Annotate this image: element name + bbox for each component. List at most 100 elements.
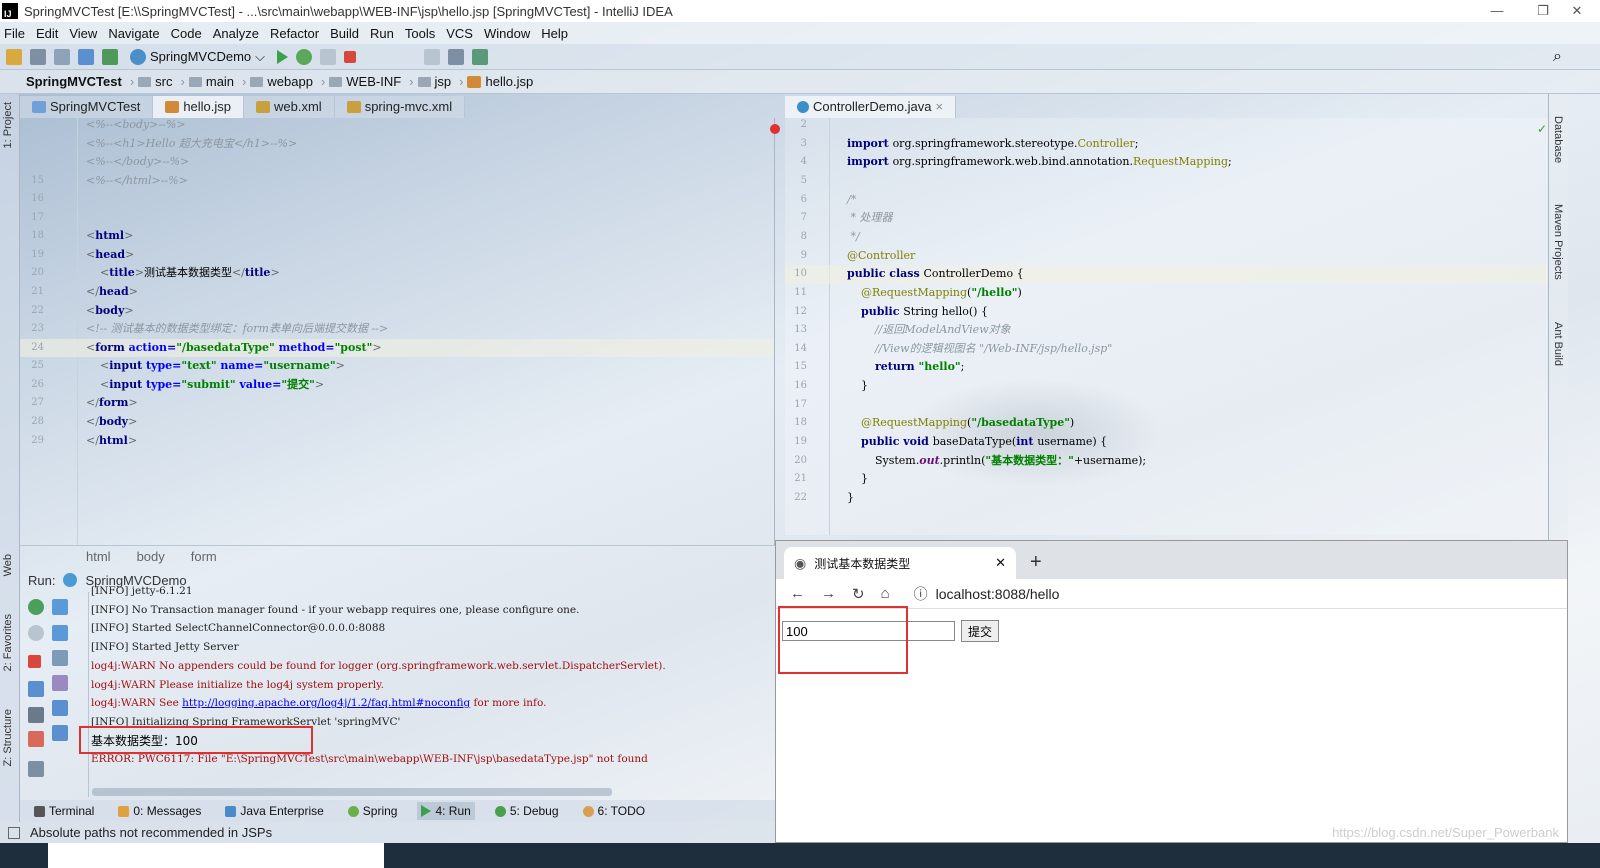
- forward-button[interactable]: →: [821, 585, 836, 602]
- taskbar-window[interactable]: [48, 843, 384, 868]
- crumb-webapp[interactable]: webapp: [250, 74, 313, 89]
- left-code-editor[interactable]: <%--<body>--%> <%--<h1>Hello 超大充电宝</h1>--…: [20, 118, 780, 545]
- crumb-hello-jsp[interactable]: hello.jsp: [467, 74, 533, 89]
- tab-spring-mvc-xml[interactable]: spring-mvc.xml: [334, 96, 466, 118]
- favorites-tool-button[interactable]: 2: Favorites: [2, 614, 14, 671]
- todo-tab[interactable]: 6: TODO: [579, 802, 650, 820]
- pause-icon[interactable]: [28, 681, 44, 697]
- web-tool-button[interactable]: Web: [2, 554, 14, 576]
- menu-help[interactable]: Help: [541, 26, 568, 41]
- address-bar[interactable]: localhost:8088/hello: [936, 586, 1060, 602]
- project-tool-button[interactable]: 1: Project: [2, 102, 14, 148]
- spring-tab[interactable]: Spring: [344, 802, 402, 820]
- crumb-web-inf[interactable]: WEB-INF: [329, 74, 401, 89]
- menu-edit[interactable]: Edit: [36, 26, 58, 41]
- maven-tool-button[interactable]: Maven Projects: [1552, 204, 1564, 280]
- crumb-jsp[interactable]: jsp: [417, 74, 451, 89]
- menu-refactor[interactable]: Refactor: [270, 26, 319, 41]
- scroll-to-end-icon[interactable]: [52, 675, 68, 691]
- structure-tool-button[interactable]: Z: Structure: [2, 709, 14, 766]
- sdk-icon[interactable]: [472, 48, 489, 65]
- right-code-editor[interactable]: ✓ 2 3 import org.springframework.stereotyp…: [785, 118, 1548, 535]
- site-info-icon[interactable]: ⓘ: [914, 584, 928, 604]
- menu-run[interactable]: Run: [370, 26, 394, 41]
- path-form[interactable]: form: [191, 549, 217, 564]
- messages-tab[interactable]: 0: Messages: [114, 802, 205, 820]
- stop-icon[interactable]: [344, 50, 357, 63]
- menu-navigate[interactable]: Navigate: [108, 26, 159, 41]
- code-token-cm: <!-- 测试基本的数据类型绑定：form表单向后端提交数据 -->: [86, 322, 389, 336]
- tab-controllerdemo-java[interactable]: ControllerDemo.java ×: [785, 96, 957, 118]
- rerun-icon[interactable]: [28, 599, 44, 615]
- menu-file[interactable]: File: [4, 26, 25, 41]
- console-horizontal-scrollbar[interactable]: [92, 788, 612, 796]
- minimize-button[interactable]: —: [1474, 0, 1520, 22]
- run-config-select[interactable]: SpringMVCDemo ⌵: [126, 48, 269, 65]
- code-token-cm: //View的逻辑视图名 "/Web-INF/jsp/hello.jsp": [847, 341, 1113, 355]
- run-tab[interactable]: 4: Run: [417, 802, 475, 820]
- print-icon[interactable]: [52, 700, 68, 716]
- stop-icon[interactable]: [28, 655, 41, 668]
- code-token-attr: method=: [278, 340, 335, 354]
- tab-springmvctest[interactable]: SpringMVCTest: [20, 96, 154, 118]
- exit-icon[interactable]: [28, 731, 44, 747]
- run-icon[interactable]: [277, 49, 289, 64]
- menu-view[interactable]: View: [69, 26, 97, 41]
- code-line: /*: [847, 191, 856, 209]
- soft-wrap-icon[interactable]: [52, 650, 68, 666]
- path-html[interactable]: html: [86, 549, 111, 564]
- menu-tools[interactable]: Tools: [405, 26, 435, 41]
- crumb-src[interactable]: src: [138, 74, 173, 89]
- scroll-up-icon[interactable]: [52, 599, 68, 615]
- path-body[interactable]: body: [137, 549, 165, 564]
- code-token-str: "text": [181, 359, 221, 373]
- menu-vcs[interactable]: VCS: [446, 26, 473, 41]
- run-console[interactable]: [INFO] jetty-6.1.21 [INFO] No Transaction…: [88, 585, 775, 797]
- close-button[interactable]: ✕: [1554, 0, 1600, 22]
- open-icon[interactable]: [6, 48, 22, 65]
- coverage-icon[interactable]: [320, 48, 337, 65]
- build-icon[interactable]: [102, 48, 118, 65]
- menu-code[interactable]: Code: [171, 26, 202, 41]
- menu-window[interactable]: Window: [484, 26, 530, 41]
- back-button[interactable]: ←: [790, 585, 805, 602]
- ant-build-tool-button[interactable]: Ant Build: [1552, 322, 1564, 366]
- menu-analyze[interactable]: Analyze: [213, 26, 259, 41]
- database-tool-button[interactable]: Database: [1552, 116, 1564, 163]
- settings-icon[interactable]: [424, 48, 441, 65]
- close-tab-icon[interactable]: ×: [936, 99, 944, 114]
- toolbar: SpringMVCDemo ⌵ ⌕: [0, 44, 1600, 70]
- tab-hello-jsp[interactable]: hello.jsp: [153, 96, 245, 118]
- code-line: <input type="submit" value="提交">: [86, 376, 324, 394]
- clear-icon[interactable]: [52, 725, 68, 741]
- sync-icon[interactable]: [54, 48, 70, 65]
- status-toggle-icon[interactable]: [8, 827, 20, 839]
- menu-build[interactable]: Build: [330, 26, 359, 41]
- layout-icon[interactable]: [28, 761, 44, 777]
- line-number: 4: [800, 156, 807, 168]
- java-enterprise-tab[interactable]: Java Enterprise: [221, 802, 327, 820]
- close-tab-icon[interactable]: ✕: [995, 555, 1006, 571]
- submit-button[interactable]: 提交: [961, 620, 1000, 642]
- tab-web-xml[interactable]: web.xml: [244, 96, 335, 118]
- search-icon[interactable]: ⌕: [1553, 48, 1562, 66]
- new-tab-button[interactable]: +: [1030, 551, 1042, 574]
- camera-icon[interactable]: [28, 707, 44, 723]
- home-button[interactable]: ⌂: [881, 585, 890, 602]
- terminal-tab[interactable]: Terminal: [30, 802, 98, 820]
- back-icon[interactable]: [78, 48, 94, 65]
- console-link[interactable]: http://logging.apache.org/log4j/1.2/faq.…: [182, 697, 470, 709]
- code-line: <form action="/basedataType" method="pos…: [86, 339, 382, 357]
- crumb-main[interactable]: main: [188, 74, 234, 89]
- project-structure-icon[interactable]: [448, 48, 465, 65]
- crumb-project[interactable]: SpringMVCTest: [26, 74, 122, 89]
- debug-icon[interactable]: [296, 48, 313, 65]
- code-token-tag: head: [98, 285, 129, 299]
- scroll-down-icon[interactable]: [52, 625, 68, 641]
- reload-button[interactable]: ↻: [852, 585, 865, 603]
- save-icon[interactable]: [30, 48, 46, 65]
- pin-icon[interactable]: [28, 625, 44, 641]
- browser-tab[interactable]: ◉ 测试基本数据类型 ✕: [784, 547, 1016, 579]
- debug-tab[interactable]: 5: Debug: [491, 802, 563, 820]
